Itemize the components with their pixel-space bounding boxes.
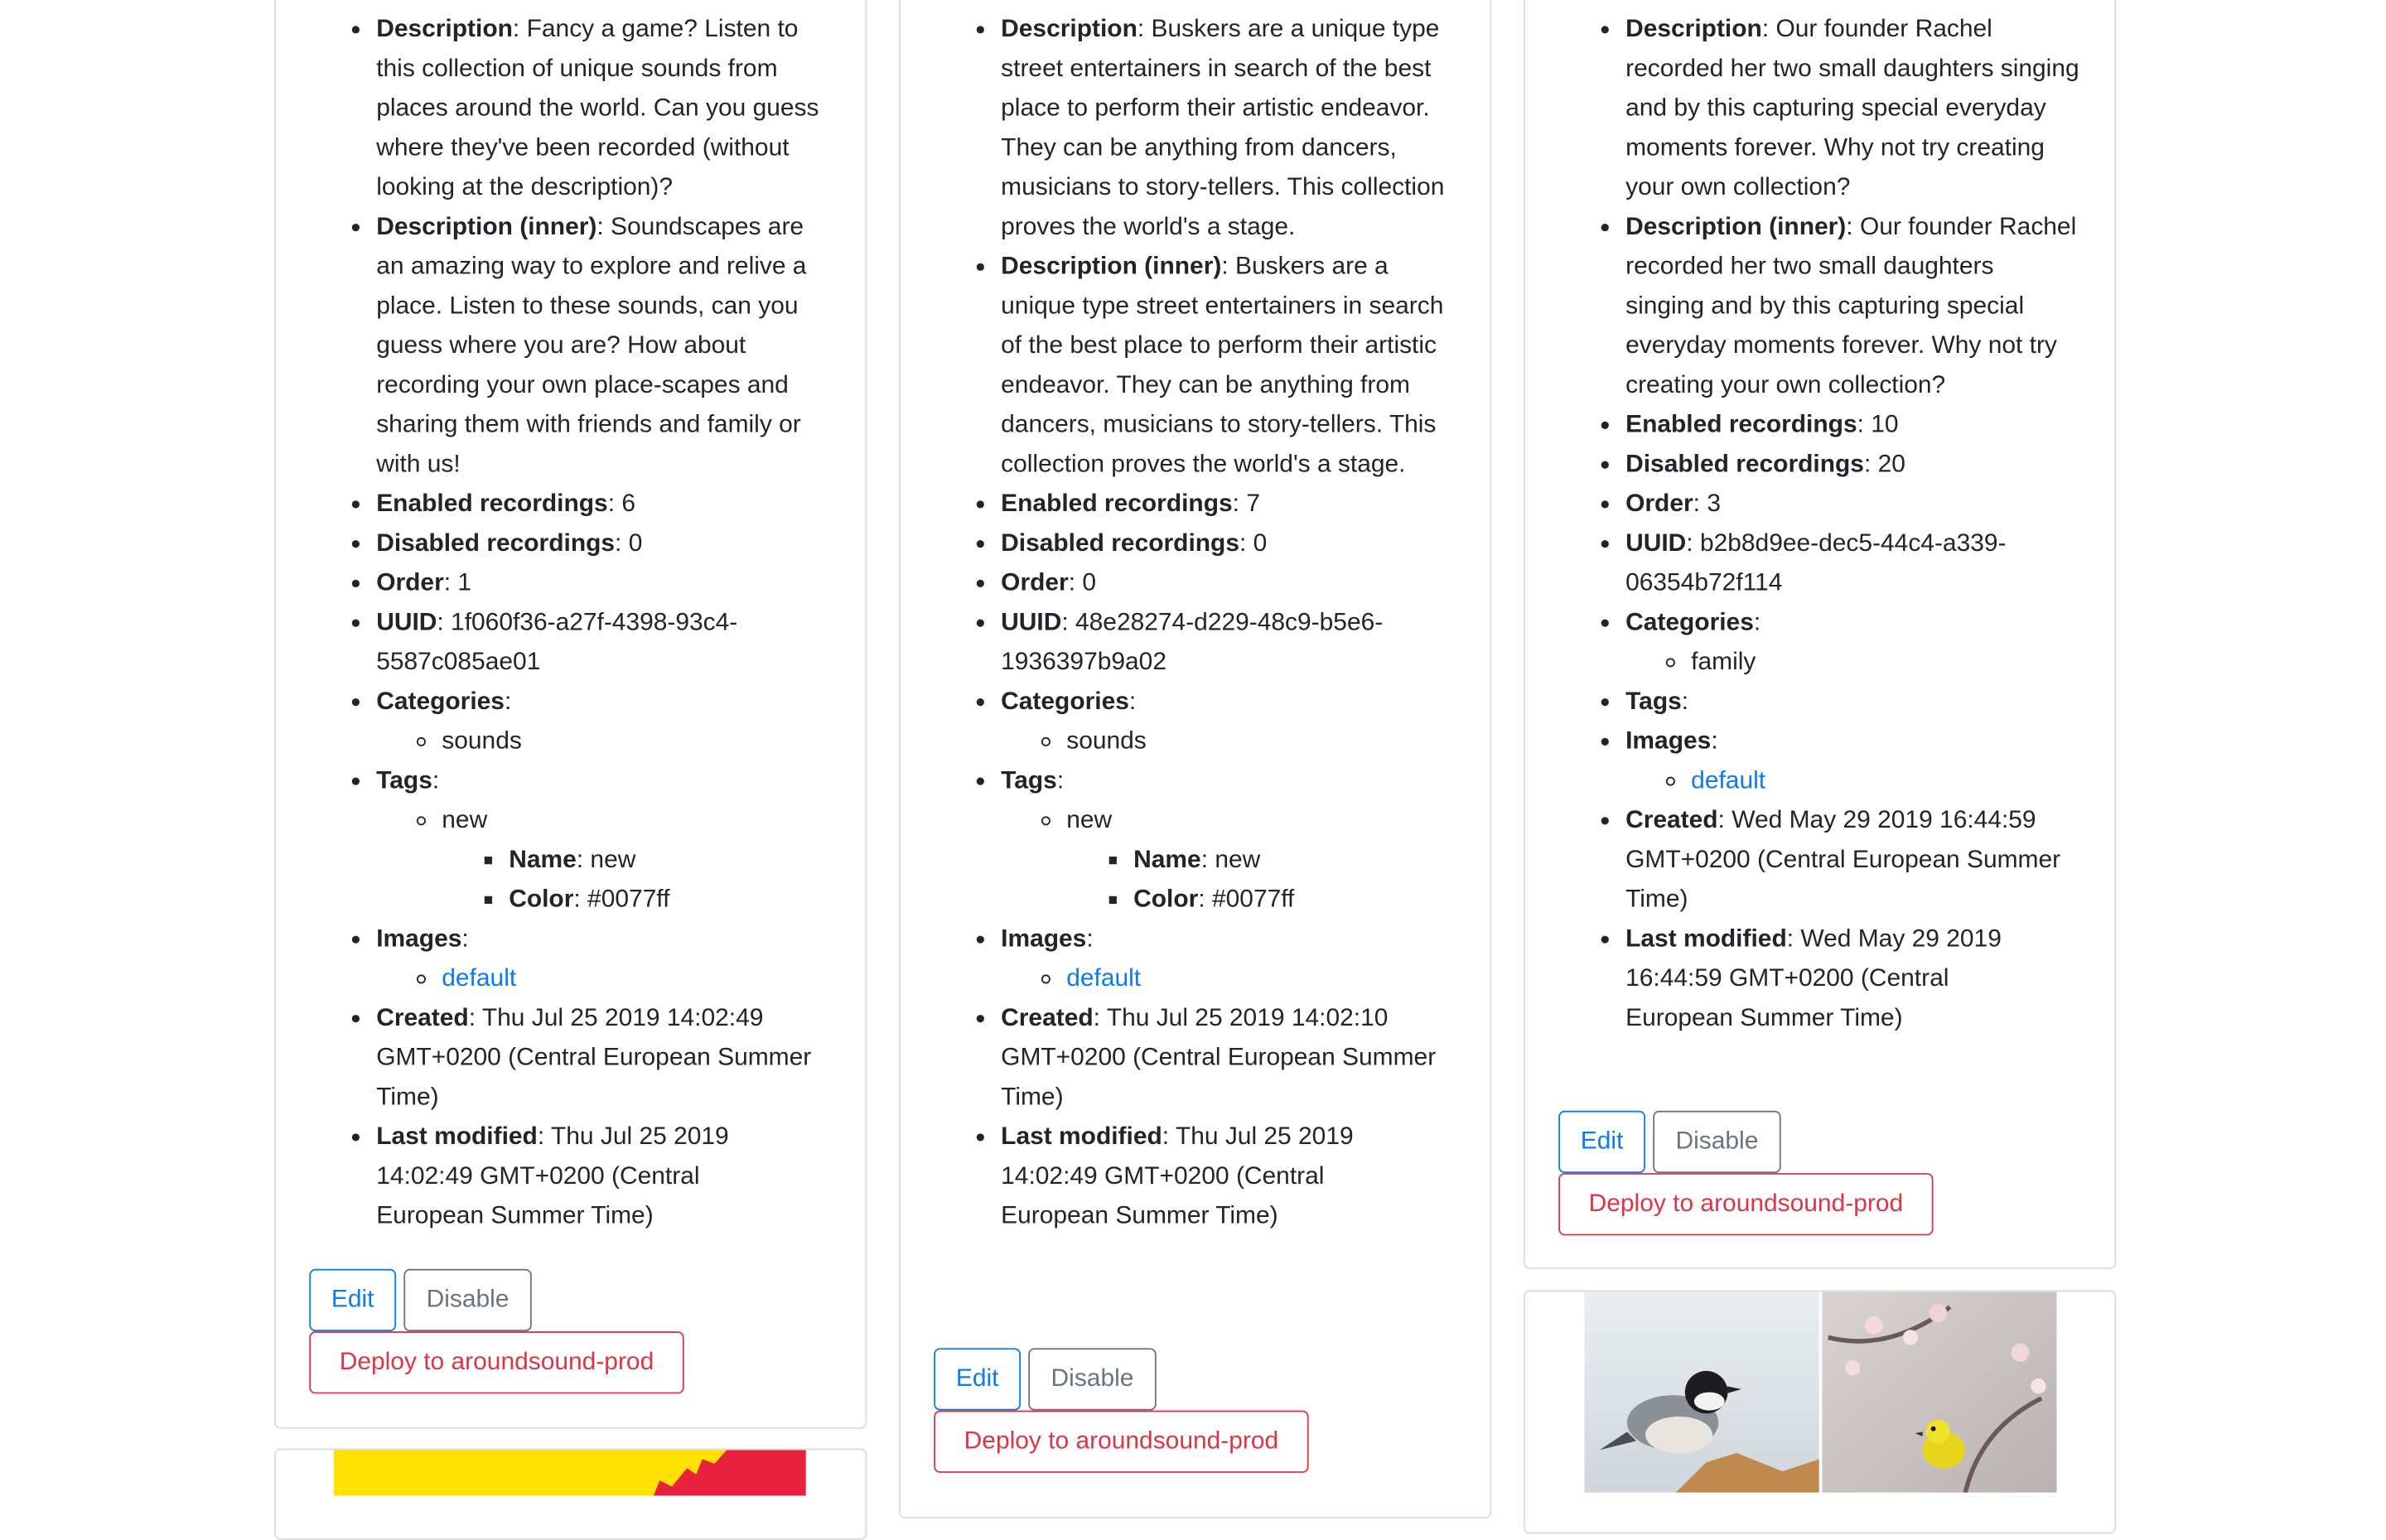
- edit-button[interactable]: Edit: [309, 1268, 397, 1332]
- property-list: Description: Fancy a game? Listen to thi…: [276, 9, 866, 1235]
- description-item: Description: Buskers are a unique type s…: [1001, 9, 1458, 247]
- uuid-item: UUID: b2b8d9ee-dec5-44c4-a339-06354b72f1…: [1625, 524, 2060, 603]
- disable-button[interactable]: Disable: [1653, 1110, 1781, 1174]
- images-item: Images: default: [376, 919, 865, 998]
- created-item: Created: Wed May 29 2019 16:44:59 GMT+02…: [1625, 800, 2085, 919]
- tag-item: new Name: new Color: #0077ff: [1066, 800, 1490, 919]
- enabled-recordings-item: Enabled recordings: 6: [376, 484, 865, 524]
- images-item: Images: default: [1001, 919, 1490, 998]
- categories-item: Categories: family: [1625, 602, 2114, 682]
- description-inner-item: Description (inner): Buskers are a uniqu…: [1001, 247, 1453, 485]
- description-item: Description: Our founder Rachel recorded…: [1625, 9, 2083, 207]
- categories-item: Categories: sounds: [1001, 682, 1490, 761]
- categories-item: Categories: sounds: [376, 682, 865, 761]
- tag-name: Name: new: [509, 840, 865, 880]
- disable-button[interactable]: Disable: [1028, 1348, 1157, 1411]
- edit-button[interactable]: Edit: [934, 1348, 1022, 1411]
- enabled-recordings-item: Enabled recordings: 7: [1001, 484, 1490, 524]
- last-modified-item: Last modified: Thu Jul 25 2019 14:02:49 …: [376, 1117, 788, 1235]
- collection-card: Description: Fancy a game? Listen to thi…: [274, 0, 867, 1429]
- image-default-link[interactable]: default: [442, 964, 516, 992]
- created-item: Created: Thu Jul 25 2019 14:02:49 GMT+02…: [376, 998, 836, 1117]
- category-value: family: [1691, 642, 2114, 682]
- collection-thumbnail: [333, 1450, 806, 1496]
- description-inner-item: Description (inner): Soundscapes are an …: [376, 207, 828, 484]
- tags-item: Tags: new Name: new Color: #0077ff: [376, 760, 865, 919]
- disable-button[interactable]: Disable: [403, 1268, 532, 1332]
- collection-card: Description: Our founder Rachel recorded…: [1523, 0, 2117, 1269]
- image-default-link[interactable]: default: [1066, 964, 1141, 992]
- deploy-button[interactable]: Deploy to aroundsound-prod: [1558, 1173, 1934, 1236]
- tag-color: Color: #0077ff: [1133, 880, 1490, 920]
- property-list: Description: Our founder Rachel recorded…: [1525, 9, 2115, 1038]
- description-item: Description: Fancy a game? Listen to thi…: [376, 9, 828, 207]
- uuid-item: UUID: 1f060f36-a27f-4398-93c4-5587c085ae…: [376, 602, 788, 682]
- disabled-recordings-item: Disabled recordings: 0: [1001, 524, 1490, 563]
- tag-name: Name: new: [1133, 840, 1490, 880]
- tags-item: Tags: new Name: new Color: #0077ff: [1001, 760, 1490, 919]
- page: Description: Fancy a game? Listen to thi…: [0, 0, 2386, 1540]
- tag-item: new Name: new Color: #0077ff: [442, 800, 865, 919]
- uuid-item: UUID: 48e28274-d229-48c9-b5e6-1936397b9a…: [1001, 602, 1435, 682]
- edit-button[interactable]: Edit: [1558, 1110, 1646, 1174]
- property-list: Description: Buskers are a unique type s…: [901, 9, 1490, 1235]
- category-value: sounds: [442, 722, 865, 761]
- collection-card: Description: Buskers are a unique type s…: [898, 0, 1492, 1519]
- disabled-recordings-item: Disabled recordings: 0: [376, 524, 865, 563]
- last-modified-item: Last modified: Wed May 29 2019 16:44:59 …: [1625, 919, 2037, 1037]
- collection-card: [274, 1448, 867, 1540]
- order-item: Order: 3: [1625, 484, 2114, 524]
- images-item: Images: default: [1625, 722, 2114, 801]
- enabled-recordings-item: Enabled recordings: 10: [1625, 405, 2114, 445]
- created-item: Created: Thu Jul 25 2019 14:02:10 GMT+02…: [1001, 998, 1461, 1117]
- collection-thumbnail: [1584, 1291, 2057, 1493]
- category-value: sounds: [1066, 722, 1490, 761]
- image-default-link[interactable]: default: [1691, 767, 1765, 794]
- collection-card: [1523, 1290, 2117, 1534]
- last-modified-item: Last modified: Thu Jul 25 2019 14:02:49 …: [1001, 1117, 1397, 1235]
- deploy-button[interactable]: Deploy to aroundsound-prod: [934, 1410, 1309, 1473]
- order-item: Order: 1: [376, 563, 865, 603]
- deploy-button[interactable]: Deploy to aroundsound-prod: [309, 1331, 684, 1394]
- description-inner-item: Description (inner): Our founder Rachel …: [1625, 207, 2078, 405]
- order-item: Order: 0: [1001, 563, 1490, 603]
- tag-color: Color: #0077ff: [509, 880, 865, 920]
- tags-item: Tags:: [1625, 682, 2114, 722]
- disabled-recordings-item: Disabled recordings: 20: [1625, 444, 2114, 484]
